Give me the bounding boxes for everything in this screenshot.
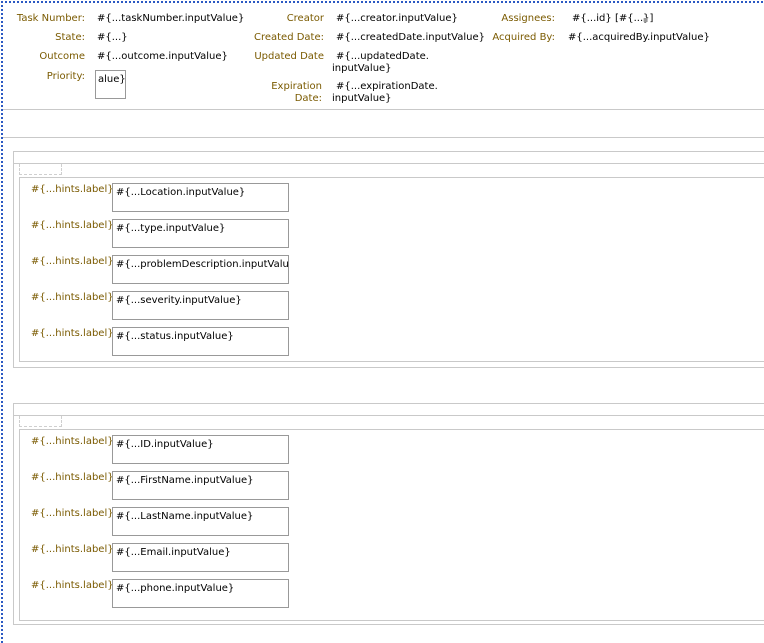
section-tab xyxy=(19,416,62,427)
updated-date-value-line1: #{...updatedDate. xyxy=(336,51,429,62)
type-input[interactable]: #{...type.inputValue} xyxy=(112,219,289,248)
expiration-date-value-line2: inputValue} xyxy=(332,93,392,104)
state-value: #{...} xyxy=(97,32,128,43)
expiration-date-value-line1: #{...expirationDate. xyxy=(336,81,438,92)
creator-value: #{...creator.inputValue} xyxy=(336,13,458,24)
creator-label: Creator xyxy=(286,13,324,24)
section-tab xyxy=(19,164,62,175)
outcome-label: Outcome xyxy=(39,51,85,62)
field-hint-label: #{...hints.label} xyxy=(31,256,114,267)
field-hint-label: #{...hints.label} xyxy=(31,184,114,195)
priority-label: Priority: xyxy=(46,71,85,82)
severity-input[interactable]: #{...severity.inputValue} xyxy=(112,291,289,320)
field-hint-label: #{...hints.label} xyxy=(31,472,114,483)
field-hint-label: #{...hints.label} xyxy=(31,220,114,231)
updated-date-label: Updated Date xyxy=(254,51,324,62)
section-header-divider xyxy=(14,415,764,416)
email-input[interactable]: #{...Email.inputValue} xyxy=(112,543,289,572)
phone-input[interactable]: #{...phone.inputValue} xyxy=(112,579,289,608)
task-number-label: Task Number: xyxy=(16,13,85,24)
updated-date-value-line2: inputValue} xyxy=(332,63,392,74)
location-input[interactable]: #{...Location.inputValue} xyxy=(112,183,289,212)
field-hint-label: #{...hints.label} xyxy=(31,436,114,447)
field-hint-label: #{...hints.label} xyxy=(31,328,114,339)
assignees-label: Assignees: xyxy=(501,13,555,24)
field-hint-label: #{...hints.label} xyxy=(31,580,114,591)
acquired-by-label: Acquired By: xyxy=(492,32,555,43)
field-hint-label: #{...hints.label} xyxy=(31,508,114,519)
field-hint-label: #{...hints.label} xyxy=(31,292,114,303)
problem-description-input[interactable]: #{...problemDescription.inputValue} xyxy=(112,255,289,284)
outcome-value: #{...outcome.inputValue} xyxy=(97,51,228,62)
last-name-input[interactable]: #{...LastName.inputValue} xyxy=(112,507,289,536)
created-date-label: Created Date: xyxy=(253,32,324,43)
divider xyxy=(3,109,764,110)
assignees-more-icon: ▪ xyxy=(643,15,649,24)
state-label: State: xyxy=(55,32,85,43)
expiration-date-label-line1: Expiration xyxy=(271,81,322,92)
status-input[interactable]: #{...status.inputValue} xyxy=(112,327,289,356)
field-hint-label: #{...hints.label} xyxy=(31,544,114,555)
task-number-value: #{...taskNumber.inputValue} xyxy=(97,13,245,24)
priority-field[interactable]: alue} xyxy=(95,70,126,99)
id-input[interactable]: #{...ID.inputValue} xyxy=(112,435,289,464)
first-name-input[interactable]: #{...FirstName.inputValue} xyxy=(112,471,289,500)
expiration-date-label-line2: Date: xyxy=(294,93,322,104)
assignees-value: #{...id} [#{...}] xyxy=(572,13,654,24)
acquired-by-value: #{...acquiredBy.inputValue} xyxy=(568,32,710,43)
section-header-divider xyxy=(14,163,764,164)
divider xyxy=(3,137,764,138)
